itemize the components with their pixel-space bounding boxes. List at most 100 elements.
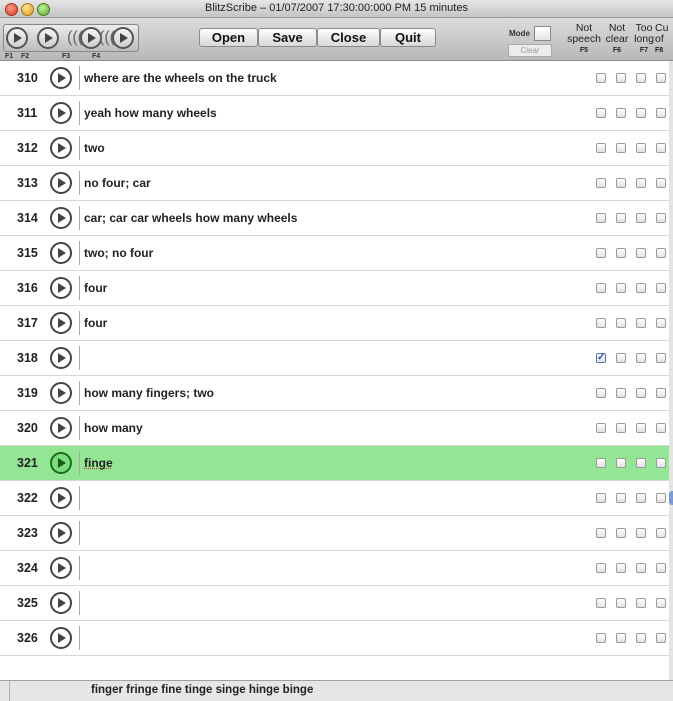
row-play-button[interactable] xyxy=(50,67,72,89)
flag-checkbox[interactable] xyxy=(616,458,626,468)
transcription-field[interactable]: finge xyxy=(79,451,113,475)
flag-checkbox[interactable] xyxy=(596,598,606,608)
flag-checkbox[interactable] xyxy=(656,598,666,608)
scrollbar[interactable] xyxy=(669,61,673,680)
table-row[interactable]: 320 how many xyxy=(0,411,669,446)
table-row[interactable]: 324 xyxy=(0,551,669,586)
row-play-button[interactable] xyxy=(50,242,72,264)
row-play-button[interactable] xyxy=(50,452,72,474)
save-button[interactable]: Save xyxy=(258,28,317,47)
row-play-button[interactable] xyxy=(50,312,72,334)
flag-checkbox[interactable] xyxy=(656,108,666,118)
scroll-knob[interactable] xyxy=(669,491,673,505)
flag-checkbox[interactable] xyxy=(656,423,666,433)
flag-checkbox[interactable] xyxy=(596,528,606,538)
flag-checkbox[interactable] xyxy=(616,248,626,258)
transcription-field[interactable]: where are the wheels on the truck xyxy=(79,66,277,90)
flag-checkbox[interactable] xyxy=(596,633,606,643)
flag-checkbox[interactable] xyxy=(636,528,646,538)
table-row[interactable]: 312 two xyxy=(0,131,669,166)
flag-checkbox[interactable] xyxy=(636,108,646,118)
flag-checkbox[interactable] xyxy=(636,318,646,328)
transcription-field[interactable]: how many fingers; two xyxy=(79,381,214,405)
flag-checkbox[interactable] xyxy=(636,458,646,468)
flag-checkbox[interactable] xyxy=(616,178,626,188)
flag-checkbox[interactable] xyxy=(616,598,626,608)
flag-checkbox[interactable] xyxy=(616,73,626,83)
flag-checkbox[interactable] xyxy=(596,563,606,573)
flag-checkbox[interactable] xyxy=(616,493,626,503)
table-row[interactable]: 316 four xyxy=(0,271,669,306)
flag-checkbox[interactable] xyxy=(656,213,666,223)
row-play-button[interactable] xyxy=(50,382,72,404)
flag-checkbox[interactable] xyxy=(656,178,666,188)
flag-checkbox[interactable] xyxy=(596,248,606,258)
transcription-field[interactable] xyxy=(79,591,84,615)
transcription-field[interactable] xyxy=(79,626,84,650)
transcription-field[interactable]: no four; car xyxy=(79,171,151,195)
flag-checkbox[interactable] xyxy=(596,73,606,83)
flag-checkbox[interactable] xyxy=(636,633,646,643)
table-row[interactable]: 326 xyxy=(0,621,669,656)
row-play-button[interactable] xyxy=(50,487,72,509)
row-play-button[interactable] xyxy=(50,522,72,544)
open-button[interactable]: Open xyxy=(199,28,258,47)
table-row[interactable]: 321 finge xyxy=(0,446,669,481)
table-row[interactable]: 314 car; car car wheels how many wheels xyxy=(0,201,669,236)
play-button-f1[interactable] xyxy=(6,26,28,50)
flag-checkbox[interactable] xyxy=(596,143,606,153)
flag-checkbox[interactable] xyxy=(636,598,646,608)
clear-button[interactable]: Clear xyxy=(508,44,552,57)
table-row[interactable]: 322 xyxy=(0,481,669,516)
table-row[interactable]: 313 no four; car xyxy=(0,166,669,201)
row-play-button[interactable] xyxy=(50,627,72,649)
flag-checkbox[interactable] xyxy=(616,318,626,328)
table-row[interactable]: 317 four xyxy=(0,306,669,341)
flag-checkbox[interactable] xyxy=(656,73,666,83)
flag-checkbox[interactable] xyxy=(656,493,666,503)
flag-checkbox[interactable] xyxy=(616,528,626,538)
flag-checkbox[interactable] xyxy=(656,248,666,258)
flag-checkbox[interactable] xyxy=(616,108,626,118)
flag-checkbox[interactable] xyxy=(636,143,646,153)
flag-checkbox[interactable] xyxy=(656,388,666,398)
table-row[interactable]: 318 ✓ xyxy=(0,341,669,376)
flag-checkbox[interactable] xyxy=(636,283,646,293)
transcription-field[interactable]: two; no four xyxy=(79,241,153,265)
transcription-field[interactable] xyxy=(79,556,84,580)
flag-checkbox[interactable] xyxy=(636,388,646,398)
flag-checkbox[interactable] xyxy=(596,493,606,503)
flag-checkbox[interactable] xyxy=(596,423,606,433)
flag-checkbox[interactable] xyxy=(636,493,646,503)
row-play-button[interactable] xyxy=(50,347,72,369)
flag-checkbox[interactable] xyxy=(656,633,666,643)
flag-checkbox[interactable] xyxy=(616,283,626,293)
table-row[interactable]: 311 yeah how many wheels xyxy=(0,96,669,131)
row-play-button[interactable] xyxy=(50,137,72,159)
flag-checkbox[interactable] xyxy=(596,108,606,118)
row-play-button[interactable] xyxy=(50,417,72,439)
flag-checkbox[interactable] xyxy=(616,213,626,223)
flag-checkbox[interactable] xyxy=(596,213,606,223)
flag-checkbox[interactable] xyxy=(596,318,606,328)
row-play-button[interactable] xyxy=(50,592,72,614)
flag-checkbox[interactable] xyxy=(656,283,666,293)
flag-checkbox[interactable] xyxy=(636,213,646,223)
flag-checkbox[interactable] xyxy=(656,528,666,538)
flag-checkbox[interactable] xyxy=(616,423,626,433)
flag-checkbox[interactable] xyxy=(636,423,646,433)
table-row[interactable]: 319 how many fingers; two xyxy=(0,376,669,411)
flag-checkbox[interactable] xyxy=(616,633,626,643)
row-play-button[interactable] xyxy=(50,277,72,299)
flag-checkbox[interactable] xyxy=(656,458,666,468)
flag-checkbox[interactable] xyxy=(656,143,666,153)
table-row[interactable]: 315 two; no four xyxy=(0,236,669,271)
flag-checkbox[interactable] xyxy=(636,73,646,83)
flag-checkbox[interactable] xyxy=(616,353,626,363)
play-button-f2[interactable] xyxy=(37,26,59,50)
mode-checkbox[interactable] xyxy=(534,26,551,41)
row-play-button[interactable] xyxy=(50,102,72,124)
flag-checkbox[interactable] xyxy=(616,143,626,153)
flag-checkbox[interactable] xyxy=(596,283,606,293)
flag-checkbox[interactable] xyxy=(656,318,666,328)
